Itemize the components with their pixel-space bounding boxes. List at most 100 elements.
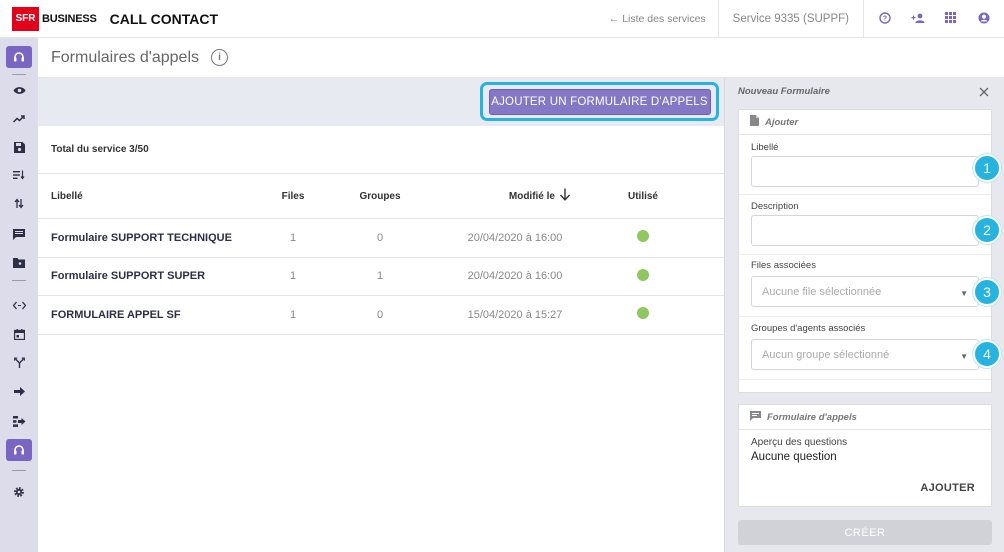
back-to-services-link[interactable]: ← Liste des services [597,13,718,25]
nav-calendar[interactable] [0,321,38,347]
forms-list-area: AJOUTER UN FORMULAIRE D'APPELS Total du … [38,78,724,552]
card-heading: Formulaire d'appels [739,405,991,430]
page-title: Formulaires d'appels [51,48,200,66]
table-header: Libellé Files Groupes Modifié le Utilisé [38,174,724,219]
top-icons: ? [863,0,1004,38]
status-used-dot [637,307,649,320]
add-user-icon[interactable] [901,12,934,27]
service-name[interactable]: Service 9335 (SUPPF) [717,0,863,38]
step-badge-2: 2 [973,216,1001,244]
col-header-groupes[interactable]: Groupes [355,191,405,202]
headset-icon [6,439,32,461]
table-row[interactable]: FORMULAIRE APPEL SF 1 0 15/04/2020 à 15:… [38,296,724,335]
libelle-input[interactable] [751,156,979,187]
nav-call-forms[interactable] [0,437,38,463]
panel-title: Nouveau Formulaire [738,86,830,97]
agent-groups-select-placeholder: Aucun groupe sélectionné [762,348,890,361]
row-libelle[interactable]: Formulaire SUPPORT SUPER [51,270,205,282]
chat-icon [750,410,761,424]
field-divider [739,194,991,195]
questions-preview-value: Aucune question [751,451,837,463]
nav-transfers[interactable] [0,190,38,216]
table-row[interactable]: Formulaire SUPPORT TECHNIQUE 1 0 20/04/2… [38,219,724,258]
row-modifie: 15/04/2020 à 15:27 [467,308,563,321]
nav-statistics[interactable] [0,106,38,132]
nav-redirect[interactable] [0,408,38,434]
page-header: Formulaires d'appels i [38,38,1004,78]
folder-icon [13,258,25,268]
field-divider [739,254,991,255]
nav-save[interactable] [0,134,38,160]
sort-desc-arrow-icon[interactable] [559,188,571,204]
document-icon [750,115,759,129]
list-arrow-icon [12,415,25,427]
headset-icon [6,46,32,68]
col-header-files[interactable]: Files [268,191,318,202]
add-question-link[interactable]: AJOUTER [920,482,975,494]
status-used-dot [637,268,649,281]
field-divider [739,316,991,317]
table-row[interactable]: Formulaire SUPPORT SUPER 1 1 20/04/2020 … [38,258,724,296]
nav-headset-top[interactable] [0,44,38,70]
add-call-form-button[interactable]: AJOUTER UN FORMULAIRE D'APPELS [488,88,711,115]
new-form-panel: Nouveau Formulaire Ajouter Libellé Descr… [724,78,1004,552]
sfr-logo: SFR [12,6,39,31]
nav-code[interactable] [0,292,38,318]
trending-up-icon [13,115,25,123]
nav-files[interactable] [0,250,38,276]
field-divider [739,379,991,380]
message-icon [13,228,25,240]
add-button-highlight: AJOUTER UN FORMULAIRE D'APPELS [480,82,719,121]
row-modifie: 20/04/2020 à 16:00 [467,270,563,283]
row-groupes: 1 [376,270,384,283]
nav-forward[interactable] [0,378,38,404]
calendar-icon [13,328,25,340]
code-icon [12,301,26,309]
questions-heading-label: Formulaire d'appels [767,411,857,423]
nav-messages[interactable] [0,221,38,247]
card-heading: Ajouter [739,110,991,135]
queues-label: Files associées [751,260,816,271]
app-title: CALL CONTACT [109,10,218,27]
apps-grid-icon[interactable] [934,12,967,26]
queues-select[interactable]: Aucune file sélectionnée ▼ [751,276,979,307]
agent-groups-select[interactable]: Aucun groupe sélectionné ▼ [751,339,979,370]
nav-routing[interactable] [0,349,38,375]
left-nav-rail [0,38,38,552]
create-button[interactable]: CRÉER [738,520,992,545]
status-used-dot [637,230,649,243]
close-icon[interactable] [979,84,989,100]
libelle-label: Libellé [751,142,779,153]
row-groupes: 0 [376,308,384,321]
nav-supervision[interactable] [0,77,38,103]
nav-settings[interactable] [0,479,38,505]
top-bar: SFR BUSINESS CALL CONTACT ← Liste des se… [0,0,1004,38]
step-badge-3: 3 [973,278,1001,306]
caret-down-icon: ▼ [960,289,968,298]
row-libelle[interactable]: FORMULAIRE APPEL SF [51,309,181,321]
col-header-utilise[interactable]: Utilisé [618,191,668,202]
caret-down-icon: ▼ [960,352,968,361]
top-right-area: ← Liste des services Service 9335 (SUPPF… [597,0,1004,38]
description-label: Description [751,201,799,212]
questions-preview-label: Aperçu des questions [751,437,848,448]
list-toolbar: AJOUTER UN FORMULAIRE D'APPELS [38,78,724,126]
description-input[interactable] [751,215,979,246]
rail-divider [12,470,26,471]
questions-card: Formulaire d'appels Aperçu des questions… [738,404,992,507]
nav-queues[interactable] [0,162,38,188]
col-header-libelle[interactable]: Libellé [51,191,83,202]
account-icon[interactable] [967,12,1000,27]
row-files: 1 [289,308,297,321]
eye-icon [13,86,25,94]
add-heading-label: Ajouter [765,116,799,128]
row-libelle[interactable]: Formulaire SUPPORT TECHNIQUE [51,232,232,244]
row-files: 1 [289,231,297,244]
queue-list-icon [13,170,25,180]
help-icon[interactable]: ? [868,11,901,27]
agent-groups-label: Groupes d'agents associés [751,323,866,334]
arrow-right-icon [13,386,25,396]
col-header-modifie[interactable]: Modifié le [440,191,555,202]
row-utilise [618,230,668,245]
info-icon[interactable]: i [211,49,229,66]
